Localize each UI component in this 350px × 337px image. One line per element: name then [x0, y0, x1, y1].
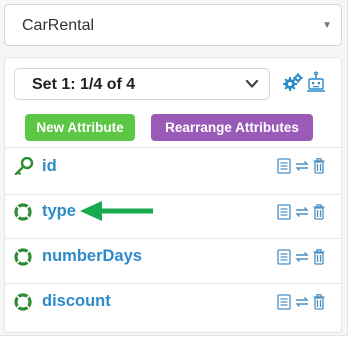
edit-form-icon[interactable]	[277, 294, 291, 310]
trash-icon[interactable]	[313, 158, 325, 174]
transfer-icon[interactable]	[294, 205, 310, 219]
trash-icon[interactable]	[313, 249, 325, 265]
attribute-link-numberdays[interactable]: numberDays	[42, 247, 142, 266]
edit-form-icon[interactable]	[277, 249, 291, 265]
set-select[interactable]: Set 1: 1/4 of 4	[14, 68, 270, 100]
row-actions	[277, 248, 325, 266]
rearrange-attributes-button[interactable]: Rearrange Attributes	[151, 114, 313, 141]
transfer-icon[interactable]	[294, 250, 310, 264]
trash-icon[interactable]	[313, 204, 325, 220]
gears-icon[interactable]	[283, 73, 303, 91]
key-icon	[14, 157, 34, 175]
chevron-down-icon	[245, 79, 259, 88]
robot-icon[interactable]	[306, 71, 326, 93]
attribute-link-id[interactable]: id	[42, 157, 57, 176]
lifebuoy-icon	[14, 293, 32, 311]
divider	[5, 283, 341, 284]
edit-form-icon[interactable]	[277, 204, 291, 220]
row-actions	[277, 157, 325, 175]
row-actions	[277, 203, 325, 221]
select-caret-icon: ▼	[322, 20, 332, 31]
model-select-value: CarRental	[22, 17, 95, 34]
row-actions	[277, 293, 325, 311]
attribute-link-discount[interactable]: discount	[42, 292, 111, 311]
annotation-arrow-icon	[80, 201, 153, 221]
model-select[interactable]: CarRental ▼	[4, 4, 342, 46]
divider	[5, 238, 341, 239]
trash-icon[interactable]	[313, 294, 325, 310]
lifebuoy-icon	[14, 203, 32, 221]
edit-form-icon[interactable]	[277, 158, 291, 174]
transfer-icon[interactable]	[294, 159, 310, 173]
new-attribute-button[interactable]: New Attribute	[25, 114, 135, 141]
attribute-link-type[interactable]: type	[42, 202, 76, 221]
transfer-icon[interactable]	[294, 295, 310, 309]
divider	[5, 147, 341, 148]
divider	[5, 194, 341, 195]
lifebuoy-icon	[14, 248, 32, 266]
set-select-value: Set 1: 1/4 of 4	[32, 76, 136, 93]
